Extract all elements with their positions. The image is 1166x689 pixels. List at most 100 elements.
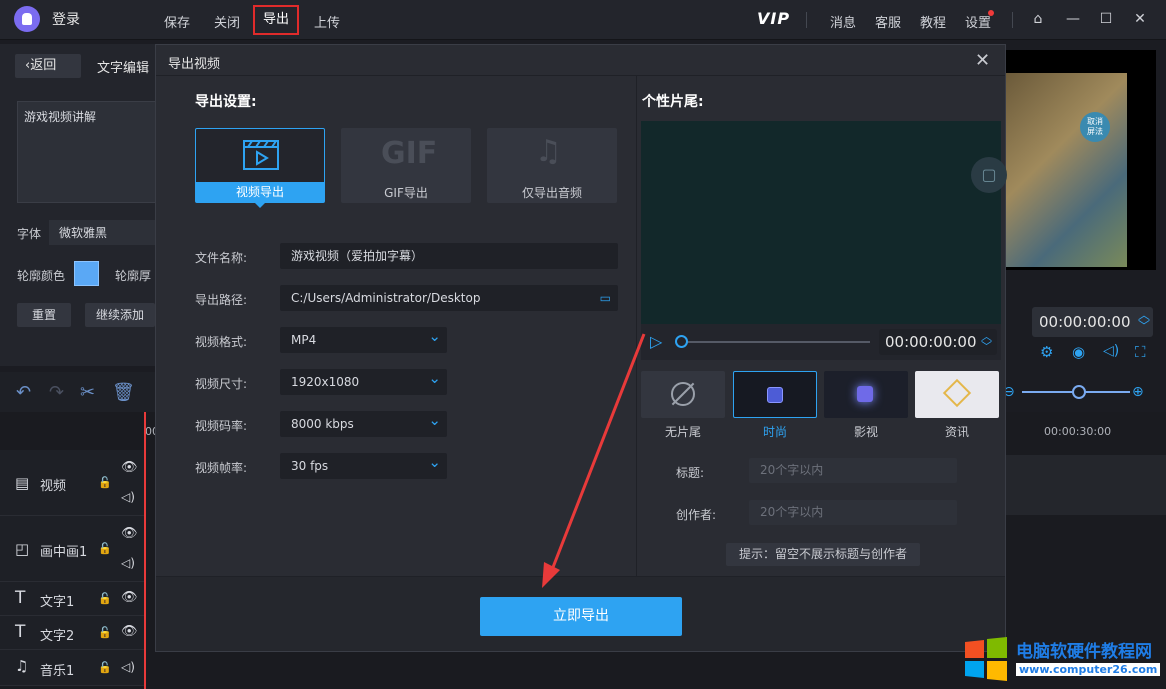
track-label: 音乐1 <box>40 664 75 679</box>
delete-icon[interactable]: 🗑 <box>112 382 135 403</box>
lock-icon[interactable]: 🔓 <box>98 592 112 605</box>
lock-icon[interactable]: 🔓 <box>98 542 112 555</box>
menu-save[interactable]: 保存 <box>164 12 190 31</box>
vip-badge[interactable]: VIP <box>757 9 790 28</box>
annotation-arrow <box>542 333 646 588</box>
play-icon[interactable]: ▷ <box>650 332 662 351</box>
avatar-icon[interactable] <box>14 6 40 32</box>
divider <box>1012 12 1013 28</box>
outro-timecode[interactable]: 00:00:00:00 <box>879 329 997 355</box>
template-fashion[interactable] <box>733 371 817 418</box>
maximize-icon[interactable]: ☐ <box>1098 11 1114 27</box>
settings-icon[interactable]: ⚙ <box>1040 343 1053 361</box>
eye-icon[interactable]: 👁 <box>121 526 138 541</box>
close-icon[interactable]: ✕ <box>975 50 990 71</box>
video-clapper-icon <box>243 140 279 170</box>
timecode-stepper-icon[interactable]: ︿ ﹀ <box>981 331 992 352</box>
mode-label: GIF导出 <box>384 186 428 200</box>
track-label: 文字2 <box>40 629 75 644</box>
track-video: ▤ 视频 🔓 👁 ◁) <box>0 450 145 516</box>
export-now-button[interactable]: 立即导出 <box>480 597 682 636</box>
menu-support[interactable]: 客服 <box>875 12 901 31</box>
camera-icon[interactable]: ◉ <box>1072 343 1085 361</box>
text-icon: T <box>15 588 26 608</box>
lock-icon[interactable]: 🔓 <box>98 661 112 674</box>
menu-messages[interactable]: 消息 <box>830 12 856 31</box>
menu-tutorial[interactable]: 教程 <box>920 12 946 31</box>
template-film[interactable] <box>824 371 908 418</box>
menu-upload[interactable]: 上传 <box>314 12 340 31</box>
zoom-in-icon[interactable]: ⊕ <box>1132 384 1144 400</box>
lock-icon[interactable]: 🔓 <box>98 476 112 489</box>
close-window-icon[interactable]: ✕ <box>1132 11 1148 27</box>
mode-label: 视频导出 <box>196 182 324 202</box>
game-screenshot <box>1006 73 1127 267</box>
login-link[interactable]: 登录 <box>52 9 80 29</box>
size-select[interactable]: 1920x1080 <box>280 365 447 395</box>
filename-input[interactable]: 游戏视频（爱拍加字幕） <box>280 243 618 269</box>
title-input[interactable]: 20个字以内 <box>749 458 957 483</box>
menu-close[interactable]: 关闭 <box>214 12 240 31</box>
undo-icon[interactable]: ↶ <box>16 382 31 403</box>
fps-label: 视频帧率: <box>195 461 248 475</box>
preview-timecode[interactable]: 00:00:00:00 <box>1032 307 1153 337</box>
seek-knob[interactable] <box>675 335 688 348</box>
playhead[interactable] <box>144 412 146 689</box>
back-button[interactable]: ‹返回 <box>15 54 81 78</box>
track-label: 文字1 <box>40 595 75 610</box>
reset-button[interactable]: 重置 <box>17 303 71 327</box>
outline-color-swatch[interactable] <box>74 261 99 286</box>
format-select[interactable]: MP4 <box>280 323 447 353</box>
dialog-title: 导出视频 <box>168 57 221 72</box>
track-label: 视频 <box>40 479 67 494</box>
watermark-url: www.computer26.com <box>1016 663 1161 676</box>
eye-icon[interactable]: 👁 <box>121 624 138 639</box>
track-lane <box>1006 455 1166 515</box>
path-input[interactable]: C:/Users/Administrator/Desktop ▭ <box>280 285 618 311</box>
track-text2: T 文字2 🔓 👁 <box>0 616 145 650</box>
speaker-icon[interactable]: ◁) <box>121 660 135 674</box>
menu-export[interactable]: 导出 <box>253 5 299 35</box>
author-input[interactable]: 20个字以内 <box>749 500 957 525</box>
fullscreen-icon[interactable]: ⛶ <box>1135 343 1146 361</box>
template-label: 资讯 <box>944 425 969 439</box>
size-label: 视频尺寸: <box>195 377 248 391</box>
minimize-icon[interactable]: — <box>1065 11 1081 27</box>
fps-select[interactable]: 30 fps <box>280 449 447 479</box>
eye-icon[interactable]: 👁 <box>121 460 138 475</box>
menu-settings[interactable]: 设置 <box>965 12 991 31</box>
seek-bar[interactable] <box>680 341 870 343</box>
folder-icon[interactable]: ▭ <box>600 285 611 311</box>
redo-icon[interactable]: ↷ <box>49 382 64 403</box>
music-note-icon: ♫ <box>15 657 29 675</box>
zoom-slider-knob[interactable] <box>1072 385 1086 399</box>
mode-gif-export[interactable]: GIF GIF导出 <box>341 128 471 203</box>
lock-icon[interactable]: 🔓 <box>98 626 112 639</box>
template-none[interactable] <box>641 371 725 418</box>
volume-icon[interactable]: ◁) <box>1103 343 1119 359</box>
timecode-stepper-icon[interactable]: ︿ ﹀ <box>1138 309 1150 332</box>
windows-logo-icon <box>965 637 1007 681</box>
bitrate-select[interactable]: 8000 kbps <box>280 407 447 437</box>
scissors-icon[interactable]: ✂ <box>80 382 95 403</box>
author-label: 创作者: <box>676 508 717 522</box>
track-text1: T 文字1 🔓 👁 <box>0 582 145 616</box>
format-label: 视频格式: <box>195 335 248 349</box>
watermark-name: 电脑软硬件教程网 <box>1016 642 1152 662</box>
film-icon: ▤ <box>15 474 30 492</box>
mode-label: 仅导出音频 <box>521 186 582 200</box>
music-note-icon: ♫ <box>535 134 562 169</box>
continue-add-button[interactable]: 继续添加 <box>85 303 155 327</box>
eye-icon[interactable]: 👁 <box>121 590 138 605</box>
home-icon[interactable]: ⌂ <box>1030 11 1046 27</box>
tab-text-edit[interactable]: 文字编辑 <box>97 57 149 76</box>
mode-video-export[interactable]: 视频导出 <box>195 128 325 208</box>
font-select[interactable]: 微软雅黑 <box>49 220 159 245</box>
tip-text: 提示：留空不展示标题与创作者 <box>726 543 920 566</box>
path-value: C:/Users/Administrator/Desktop <box>291 291 481 305</box>
template-news[interactable] <box>915 371 999 418</box>
speaker-icon[interactable]: ◁) <box>121 490 135 504</box>
text-content-input[interactable]: 游戏视频讲解 <box>17 101 157 203</box>
speaker-icon[interactable]: ◁) <box>121 556 135 570</box>
mode-audio-export[interactable]: ♫ 仅导出音频 <box>487 128 617 203</box>
